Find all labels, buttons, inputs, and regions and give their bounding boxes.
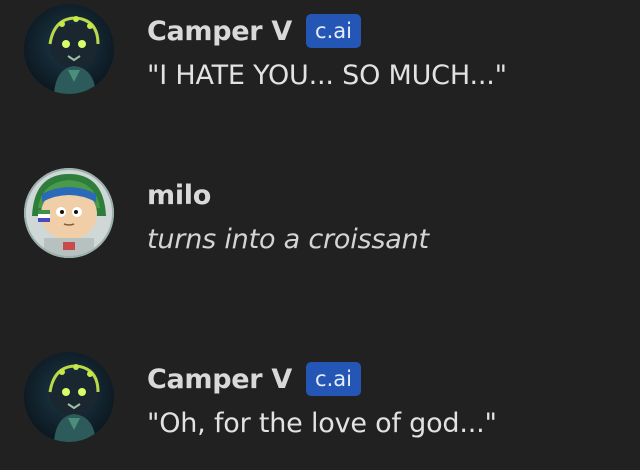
message-header: Camper V c.ai: [147, 13, 361, 49]
author-name[interactable]: Camper V: [147, 364, 292, 395]
robot-avatar-icon[interactable]: [24, 352, 114, 442]
chat-transcript: Camper V c.ai "I HATE YOU... SO MUCH...": [0, 0, 640, 470]
chat-message: Camper V c.ai "Oh, for the love of god..…: [24, 352, 624, 447]
astronaut-avatar-icon[interactable]: [24, 168, 114, 258]
author-name[interactable]: Camper V: [147, 16, 292, 47]
author-name[interactable]: milo: [147, 180, 211, 211]
chat-message: milo turns into a croissant: [24, 168, 624, 263]
chat-message: Camper V c.ai "I HATE YOU... SO MUCH...": [24, 4, 624, 99]
robot-avatar-icon[interactable]: [24, 4, 114, 94]
message-header: Camper V c.ai: [147, 361, 361, 397]
character-ai-badge: c.ai: [306, 362, 361, 396]
character-ai-badge: c.ai: [306, 14, 361, 48]
message-text: "Oh, for the love of god...": [147, 408, 497, 439]
message-header: milo: [147, 177, 211, 213]
message-text: "I HATE YOU... SO MUCH...": [147, 60, 507, 91]
message-text: turns into a croissant: [147, 224, 429, 255]
